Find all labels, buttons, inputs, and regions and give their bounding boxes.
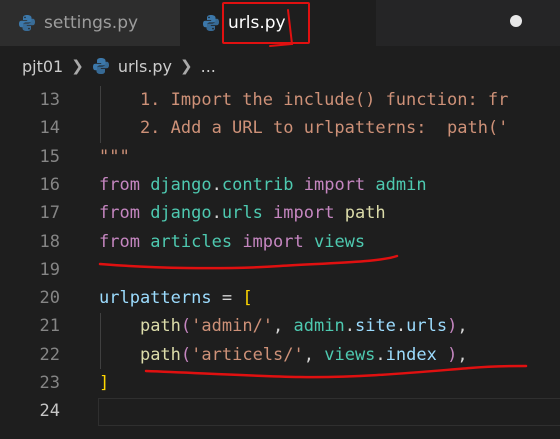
code-line[interactable]: 18 from articles import views: [0, 228, 560, 256]
line-number: 13: [39, 90, 60, 110]
code-text: 1. Import the include() function: fr: [99, 86, 508, 114]
tab-bar: settings.py urls.py: [0, 0, 560, 46]
code-line[interactable]: 22 path('articels/', views.index ),: [0, 341, 560, 369]
code-token: views: [303, 231, 366, 252]
code-token: .: [211, 174, 222, 195]
code-token: urls: [406, 316, 448, 337]
code-token: from: [99, 203, 140, 224]
code-line[interactable]: 17 from django.urls import path: [0, 199, 560, 227]
code-token: .: [375, 344, 386, 365]
code-token: site: [354, 316, 396, 337]
chevron-right-icon: ❯: [180, 57, 193, 75]
code-text: """: [99, 143, 130, 171]
breadcrumb-folder[interactable]: pjt01: [22, 57, 63, 76]
unsaved-dot-icon[interactable]: [510, 15, 522, 27]
tab-label: settings.py: [44, 13, 139, 33]
code-token: =: [211, 288, 243, 309]
code-line[interactable]: 14 2. Add a URL to urlpatterns: path(': [0, 114, 560, 142]
line-number: 23: [39, 373, 60, 393]
current-line-highlight: [98, 398, 560, 427]
code-token: (: [180, 344, 192, 365]
line-number: 21: [39, 316, 60, 337]
line-number: 16: [39, 174, 60, 195]
code-text: 2. Add a URL to urlpatterns: path(': [99, 114, 508, 142]
code-token: ,: [457, 344, 468, 365]
code-token: (: [180, 316, 192, 337]
code-token: ): [447, 344, 458, 365]
code-token: contrib: [221, 174, 294, 195]
code-token: .: [395, 316, 407, 337]
code-token: ]: [99, 373, 110, 393]
code-token: views: [324, 344, 376, 365]
line-number: 20: [39, 288, 60, 309]
code-line[interactable]: 15 """: [0, 143, 560, 171]
code-line[interactable]: 16 from django.contrib import admin: [0, 171, 560, 199]
code-line[interactable]: 23]: [0, 369, 560, 397]
code-line[interactable]: 20 urlpatterns = [: [0, 284, 560, 312]
code-token: 1. Import the include() function: fr: [99, 90, 509, 110]
code-token: path: [139, 316, 181, 337]
code-token: ): [447, 316, 458, 337]
code-token: from: [99, 174, 140, 195]
code-text: path('articels/', views.index ),: [99, 341, 468, 369]
tab-urls-py[interactable]: urls.py: [180, 0, 522, 46]
python-icon: [92, 58, 109, 74]
code-text: ]: [99, 369, 109, 397]
code-line[interactable]: 21 path('admin/', admin.site.urls),: [0, 312, 560, 340]
code-token: from: [99, 231, 140, 252]
code-token: admin: [293, 316, 345, 337]
code-token: urlpatterns: [99, 288, 212, 309]
line-number: 24: [39, 401, 60, 422]
code-line[interactable]: 19: [0, 256, 560, 284]
code-token: articles: [139, 231, 233, 252]
code-text: from django.contrib import admin: [99, 171, 427, 199]
line-number: 18: [39, 231, 60, 252]
chevron-right-icon: ❯: [71, 57, 84, 75]
code-line[interactable]: 13 1. Import the include() function: fr: [0, 86, 560, 114]
code-token: .: [211, 203, 222, 224]
breadcrumb-file[interactable]: urls.py: [118, 57, 172, 76]
code-token: path: [139, 344, 181, 365]
python-icon: [19, 15, 35, 31]
code-token: django: [139, 203, 212, 224]
code-text: from articles import views: [99, 228, 365, 256]
line-number: 15: [39, 146, 60, 167]
code-token: [: [242, 288, 253, 309]
breadcrumb: pjt01 ❯ urls.py ❯ ...: [0, 46, 560, 86]
code-token: import: [262, 203, 335, 224]
line-number: 14: [39, 118, 60, 139]
tab-label: urls.py: [228, 13, 286, 33]
code-text: urlpatterns = [: [99, 284, 253, 312]
code-token: import: [293, 174, 366, 195]
code-token: """: [99, 146, 130, 167]
line-number: 19: [39, 259, 60, 280]
code-token: django: [139, 174, 212, 195]
tab-settings-py[interactable]: settings.py: [0, 0, 180, 46]
code-line[interactable]: 24: [0, 397, 560, 427]
code-text: from django.urls import path: [99, 199, 386, 227]
code-token: index: [385, 344, 437, 365]
breadcrumb-more[interactable]: ...: [201, 57, 216, 76]
line-number: 22: [39, 344, 60, 365]
code-editor[interactable]: 13 1. Import the include() function: fr 1…: [0, 86, 560, 439]
line-number: 17: [39, 203, 60, 224]
code-token: 2. Add a URL to urlpatterns: path(': [99, 118, 509, 139]
code-token: ,: [457, 316, 468, 337]
code-token: 'admin/': [191, 316, 274, 337]
code-token: path: [334, 203, 386, 224]
code-token: ,: [303, 344, 325, 365]
code-text: path('admin/', admin.site.urls),: [99, 312, 468, 340]
code-token: urls: [221, 203, 263, 224]
code-token: admin: [365, 174, 427, 195]
code-token: import: [232, 231, 304, 252]
python-icon: [203, 15, 219, 31]
code-token: 'articels/': [191, 344, 304, 365]
code-token: ,: [273, 316, 294, 337]
code-token: .: [344, 316, 355, 337]
